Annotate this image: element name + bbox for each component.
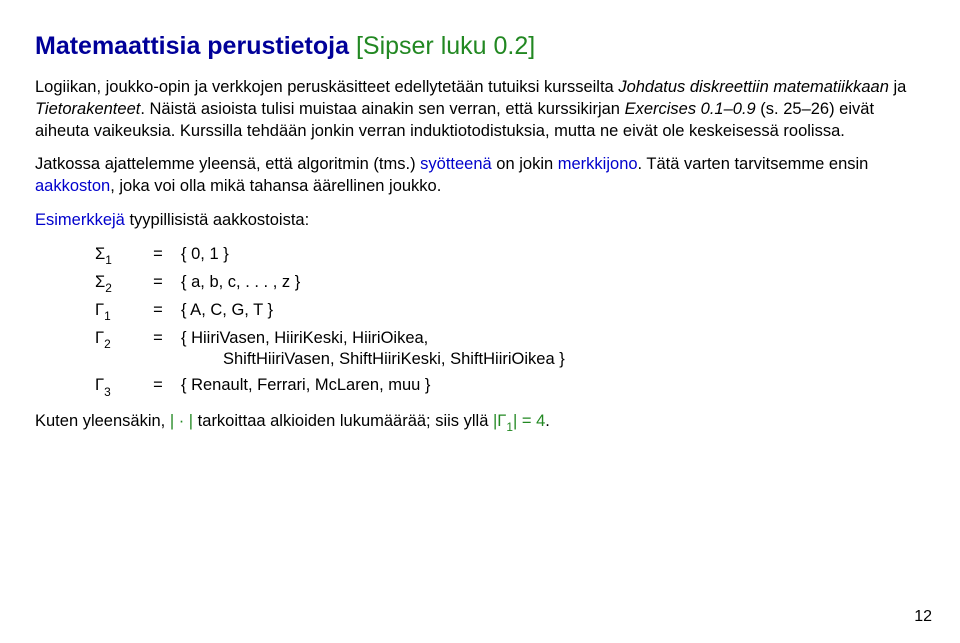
set-gamma3: { Renault, Ferrari, McLaren, muu } <box>181 375 925 397</box>
sym: Γ <box>95 329 104 347</box>
sub: 1 <box>105 253 112 267</box>
course-name: Johdatus diskreettiin matematiikkaan <box>618 78 889 96</box>
title-reference: [Sipser luku 0.2] <box>356 32 535 60</box>
paragraph-2: Jatkossa ajattelemme yleensä, että algor… <box>35 154 925 198</box>
cardinality-expr-close: | = 4 <box>513 412 545 430</box>
sym: Γ <box>95 301 104 319</box>
text: tyypillisistä aakkostoista: <box>125 211 309 229</box>
sub: 2 <box>104 337 111 351</box>
sub: 3 <box>104 385 111 399</box>
keyword-string: merkkijono <box>558 155 638 173</box>
text: , joka voi olla mikä tahansa äärellinen … <box>110 177 441 195</box>
set-gamma1: { A, C, G, T } <box>181 300 925 322</box>
text: ja <box>889 78 906 96</box>
symbol-gamma2: Γ2 <box>95 328 135 352</box>
text: . Näistä asioista tulisi muistaa ainakin… <box>140 100 624 118</box>
text: Logiikan, joukko-opin ja verkkojen perus… <box>35 78 618 96</box>
alphabet-examples: Σ1 = { 0, 1 } Σ2 = { a, b, c, . . . , z … <box>95 244 925 399</box>
cardinality-expr-open: |Γ <box>493 412 506 430</box>
text: on jokin <box>492 155 558 173</box>
text: . <box>545 412 550 430</box>
sub: 1 <box>104 309 111 323</box>
equals: = <box>143 272 173 294</box>
sym: Σ <box>95 245 105 263</box>
set-sigma2: { a, b, c, . . . , z } <box>181 272 925 294</box>
equals: = <box>143 244 173 266</box>
sym: Σ <box>95 273 105 291</box>
examples-heading: Esimerkkejä tyypillisistä aakkostoista: <box>35 210 925 232</box>
cardinality-expr-sub: 1 <box>506 420 513 434</box>
sym: Γ <box>95 376 104 394</box>
equals: = <box>143 375 173 397</box>
course-name: Tietorakenteet <box>35 100 140 118</box>
cardinality-notation: | · | <box>170 412 193 430</box>
set-sigma1: { 0, 1 } <box>181 244 925 266</box>
symbol-sigma2: Σ2 <box>95 272 135 296</box>
symbol-sigma1: Σ1 <box>95 244 135 268</box>
text: . Tätä varten tarvitsemme ensin <box>638 155 869 173</box>
text: Jatkossa ajattelemme yleensä, että algor… <box>35 155 420 173</box>
title-main: Matemaattisia perustietoja <box>35 32 349 60</box>
examples-label: Esimerkkejä <box>35 211 125 229</box>
sub: 2 <box>105 281 112 295</box>
keyword-alphabet: aakkoston <box>35 177 110 195</box>
set-line1: { HiiriVasen, HiiriKeski, HiiriOikea, <box>181 329 428 347</box>
equals: = <box>143 328 173 350</box>
text: tarkoittaa alkioiden lukumäärää; siis yl… <box>193 412 493 430</box>
text: Kuten yleensäkin, <box>35 412 170 430</box>
set-gamma2: { HiiriVasen, HiiriKeski, HiiriOikea, Sh… <box>181 328 925 372</box>
symbol-gamma1: Γ1 <box>95 300 135 324</box>
paragraph-1: Logiikan, joukko-opin ja verkkojen perus… <box>35 77 925 142</box>
symbol-gamma3: Γ3 <box>95 375 135 399</box>
page-number: 12 <box>914 606 932 627</box>
exercises-ref: Exercises 0.1–0.9 <box>625 100 756 118</box>
equals: = <box>143 300 173 322</box>
footer-sentence: Kuten yleensäkin, | · | tarkoittaa alkio… <box>35 411 925 435</box>
page-title: Matemaattisia perustietoja [Sipser luku … <box>35 30 925 63</box>
set-line2: ShiftHiiriVasen, ShiftHiiriKeski, ShiftH… <box>181 349 925 371</box>
keyword-input: syötteenä <box>420 155 492 173</box>
